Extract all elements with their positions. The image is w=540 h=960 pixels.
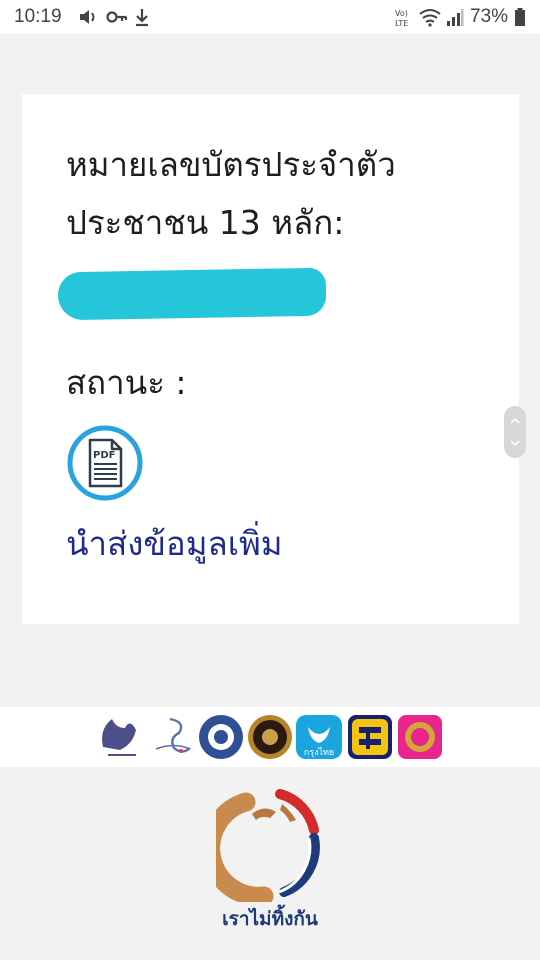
krungthai-bank-logo: กรุงไทย: [296, 715, 342, 759]
id-label-line2: ประชาชน 13 หลัก:: [66, 203, 345, 242]
pdf-icon-text: PDF: [93, 450, 115, 461]
volume-icon: [80, 10, 95, 24]
scroll-handle[interactable]: [504, 406, 526, 458]
id-number-label: หมายเลขบัตรประจำตัว ประชาชน 13 หลัก:: [66, 136, 486, 252]
submit-more-info-link[interactable]: นำส่งข้อมูลเพิ่ม: [66, 517, 282, 570]
government-seal-logo: [248, 715, 292, 759]
battery-icon: [515, 8, 525, 26]
battery-percentage: 73%: [470, 6, 509, 27]
revenue-department-logo: [102, 719, 136, 756]
pdf-document-icon[interactable]: PDF: [66, 424, 144, 506]
footer-slogan: เราไม่ทิ้งกัน: [222, 908, 318, 930]
scroll-up-icon: [510, 417, 520, 424]
info-card: หมายเลขบัตรประจำตัว ประชาชน 13 หลัก: สถา…: [22, 94, 519, 624]
campaign-logo: [201, 786, 328, 906]
status-bar: 10:19 Vo) LTE 73%: [0, 0, 540, 34]
partner-logo-strip: กรุงไทย: [0, 707, 540, 767]
download-icon: [136, 9, 148, 27]
status-time: 10:19: [14, 6, 62, 27]
redacted-id-number: [57, 267, 327, 321]
government-savings-bank-logo: [398, 715, 442, 759]
wifi-icon: [419, 9, 441, 27]
sso-logo: [155, 717, 191, 753]
id-label-line1: หมายเลขบัตรประจำตัว: [66, 145, 396, 184]
status-label: สถานะ :: [66, 363, 187, 402]
ministry-of-finance-logo: [199, 715, 243, 759]
krungthai-label: กรุงไทย: [304, 747, 334, 758]
key-icon: [106, 11, 128, 23]
scroll-down-icon: [510, 440, 520, 447]
volte-icon: Vo) LTE: [395, 9, 408, 28]
signal-icon: [447, 9, 464, 26]
svg-text:Vo): Vo): [395, 9, 408, 18]
svg-text:LTE: LTE: [395, 19, 408, 28]
baac-bank-logo: [348, 715, 392, 759]
